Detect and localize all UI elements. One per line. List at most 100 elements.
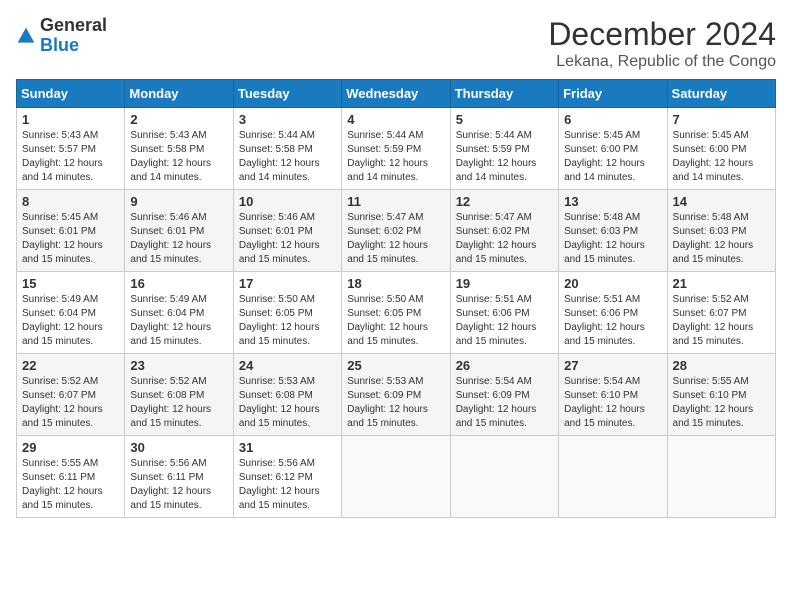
calendar-cell: 14Sunrise: 5:48 AM Sunset: 6:03 PM Dayli… [667,190,775,272]
calendar-cell [559,436,667,518]
column-header-tuesday: Tuesday [233,80,341,108]
calendar-cell [667,436,775,518]
column-header-thursday: Thursday [450,80,558,108]
day-info: Sunrise: 5:45 AM Sunset: 6:01 PM Dayligh… [22,211,119,267]
day-info: Sunrise: 5:47 AM Sunset: 6:02 PM Dayligh… [347,211,444,267]
calendar-cell: 29 Sunrise: 5:55 AM Sunset: 6:11 PM Dayli… [17,436,125,518]
day-info: Sunrise: 5:49 AM Sunset: 6:04 PM Dayligh… [130,293,227,349]
logo-blue: Blue [40,36,107,56]
day-info: Sunrise: 5:52 AM Sunset: 6:08 PM Dayligh… [130,375,227,431]
calendar-header-row: SundayMondayTuesdayWednesdayThursdayFrid… [17,80,776,108]
day-info: Sunrise: 5:48 AM Sunset: 6:03 PM Dayligh… [564,211,661,267]
day-number: 30 [130,440,227,455]
calendar-cell: 24Sunrise: 5:53 AM Sunset: 6:08 PM Dayli… [233,354,341,436]
day-info: Sunrise: 5:50 AM Sunset: 6:05 PM Dayligh… [239,293,336,349]
day-number: 12 [456,194,553,209]
day-info: Sunrise: 5:53 AM Sunset: 6:08 PM Dayligh… [239,375,336,431]
calendar-cell: 21 Sunrise: 5:52 AM Sunset: 6:07 PM Dayli… [667,272,775,354]
calendar-subtitle: Lekana, Republic of the Congo [548,53,776,71]
day-info: Sunrise: 5:44 AM Sunset: 5:59 PM Dayligh… [456,129,553,185]
day-number: 31 [239,440,336,455]
day-number: 5 [456,112,553,127]
calendar-cell: 18 Sunrise: 5:50 AM Sunset: 6:05 PM Dayli… [342,272,450,354]
day-info: Sunrise: 5:44 AM Sunset: 5:59 PM Dayligh… [347,129,444,185]
calendar-cell: 7 Sunrise: 5:45 AM Sunset: 6:00 PM Daylig… [667,108,775,190]
day-number: 13 [564,194,661,209]
day-number: 19 [456,276,553,291]
page-header: General Blue December 2024 Lekana, Repub… [16,16,776,71]
day-info: Sunrise: 5:47 AM Sunset: 6:02 PM Dayligh… [456,211,553,267]
day-info: Sunrise: 5:45 AM Sunset: 6:00 PM Dayligh… [564,129,661,185]
day-number: 9 [130,194,227,209]
day-info: Sunrise: 5:43 AM Sunset: 5:58 PM Dayligh… [130,129,227,185]
calendar-cell: 8 Sunrise: 5:45 AM Sunset: 6:01 PM Daylig… [17,190,125,272]
day-info: Sunrise: 5:55 AM Sunset: 6:11 PM Dayligh… [22,457,119,513]
day-number: 28 [673,358,770,373]
calendar-week-row: 15 Sunrise: 5:49 AM Sunset: 6:04 PM Dayli… [17,272,776,354]
calendar-cell: 12 Sunrise: 5:47 AM Sunset: 6:02 PM Dayli… [450,190,558,272]
calendar-cell: 13 Sunrise: 5:48 AM Sunset: 6:03 PM Dayli… [559,190,667,272]
day-info: Sunrise: 5:54 AM Sunset: 6:10 PM Dayligh… [564,375,661,431]
day-number: 21 [673,276,770,291]
day-number: 20 [564,276,661,291]
day-number: 18 [347,276,444,291]
calendar-cell: 5 Sunrise: 5:44 AM Sunset: 5:59 PM Daylig… [450,108,558,190]
day-info: Sunrise: 5:51 AM Sunset: 6:06 PM Dayligh… [564,293,661,349]
logo: General Blue [16,16,107,56]
calendar-cell: 28Sunrise: 5:55 AM Sunset: 6:10 PM Dayli… [667,354,775,436]
logo-icon [16,26,36,46]
day-number: 17 [239,276,336,291]
day-number: 6 [564,112,661,127]
day-number: 26 [456,358,553,373]
day-info: Sunrise: 5:48 AM Sunset: 6:03 PM Dayligh… [673,211,770,267]
day-number: 16 [130,276,227,291]
calendar-cell [342,436,450,518]
calendar-week-row: 29 Sunrise: 5:55 AM Sunset: 6:11 PM Dayli… [17,436,776,518]
day-info: Sunrise: 5:45 AM Sunset: 6:00 PM Dayligh… [673,129,770,185]
day-info: Sunrise: 5:52 AM Sunset: 6:07 PM Dayligh… [673,293,770,349]
day-number: 11 [347,194,444,209]
calendar-cell: 30Sunrise: 5:56 AM Sunset: 6:11 PM Dayli… [125,436,233,518]
day-info: Sunrise: 5:44 AM Sunset: 5:58 PM Dayligh… [239,129,336,185]
day-info: Sunrise: 5:51 AM Sunset: 6:06 PM Dayligh… [456,293,553,349]
calendar-cell: 9 Sunrise: 5:46 AM Sunset: 6:01 PM Daylig… [125,190,233,272]
calendar-cell: 6 Sunrise: 5:45 AM Sunset: 6:00 PM Daylig… [559,108,667,190]
day-number: 1 [22,112,119,127]
day-number: 29 [22,440,119,455]
calendar-cell: 16 Sunrise: 5:49 AM Sunset: 6:04 PM Dayli… [125,272,233,354]
calendar-cell: 27 Sunrise: 5:54 AM Sunset: 6:10 PM Dayli… [559,354,667,436]
day-info: Sunrise: 5:53 AM Sunset: 6:09 PM Dayligh… [347,375,444,431]
day-info: Sunrise: 5:49 AM Sunset: 6:04 PM Dayligh… [22,293,119,349]
calendar-cell: 20 Sunrise: 5:51 AM Sunset: 6:06 PM Dayli… [559,272,667,354]
calendar-cell [450,436,558,518]
calendar-cell: 2 Sunrise: 5:43 AM Sunset: 5:58 PM Daylig… [125,108,233,190]
column-header-wednesday: Wednesday [342,80,450,108]
day-info: Sunrise: 5:52 AM Sunset: 6:07 PM Dayligh… [22,375,119,431]
logo-text: General Blue [40,16,107,56]
calendar-cell: 17 Sunrise: 5:50 AM Sunset: 6:05 PM Dayli… [233,272,341,354]
calendar-cell: 22Sunrise: 5:52 AM Sunset: 6:07 PM Dayli… [17,354,125,436]
day-number: 2 [130,112,227,127]
column-header-saturday: Saturday [667,80,775,108]
day-info: Sunrise: 5:46 AM Sunset: 6:01 PM Dayligh… [239,211,336,267]
day-number: 27 [564,358,661,373]
day-number: 3 [239,112,336,127]
day-number: 8 [22,194,119,209]
day-info: Sunrise: 5:56 AM Sunset: 6:12 PM Dayligh… [239,457,336,513]
calendar-title: December 2024 [548,16,776,53]
calendar-cell: 19 Sunrise: 5:51 AM Sunset: 6:06 PM Dayli… [450,272,558,354]
day-info: Sunrise: 5:46 AM Sunset: 6:01 PM Dayligh… [130,211,227,267]
column-header-friday: Friday [559,80,667,108]
calendar-cell: 1Sunrise: 5:43 AM Sunset: 5:57 PM Daylig… [17,108,125,190]
day-number: 25 [347,358,444,373]
calendar-week-row: 22Sunrise: 5:52 AM Sunset: 6:07 PM Dayli… [17,354,776,436]
column-header-sunday: Sunday [17,80,125,108]
calendar-week-row: 1Sunrise: 5:43 AM Sunset: 5:57 PM Daylig… [17,108,776,190]
day-number: 15 [22,276,119,291]
day-number: 7 [673,112,770,127]
day-number: 4 [347,112,444,127]
day-number: 23 [130,358,227,373]
calendar-cell: 10Sunrise: 5:46 AM Sunset: 6:01 PM Dayli… [233,190,341,272]
day-info: Sunrise: 5:50 AM Sunset: 6:05 PM Dayligh… [347,293,444,349]
title-area: December 2024 Lekana, Republic of the Co… [548,16,776,71]
